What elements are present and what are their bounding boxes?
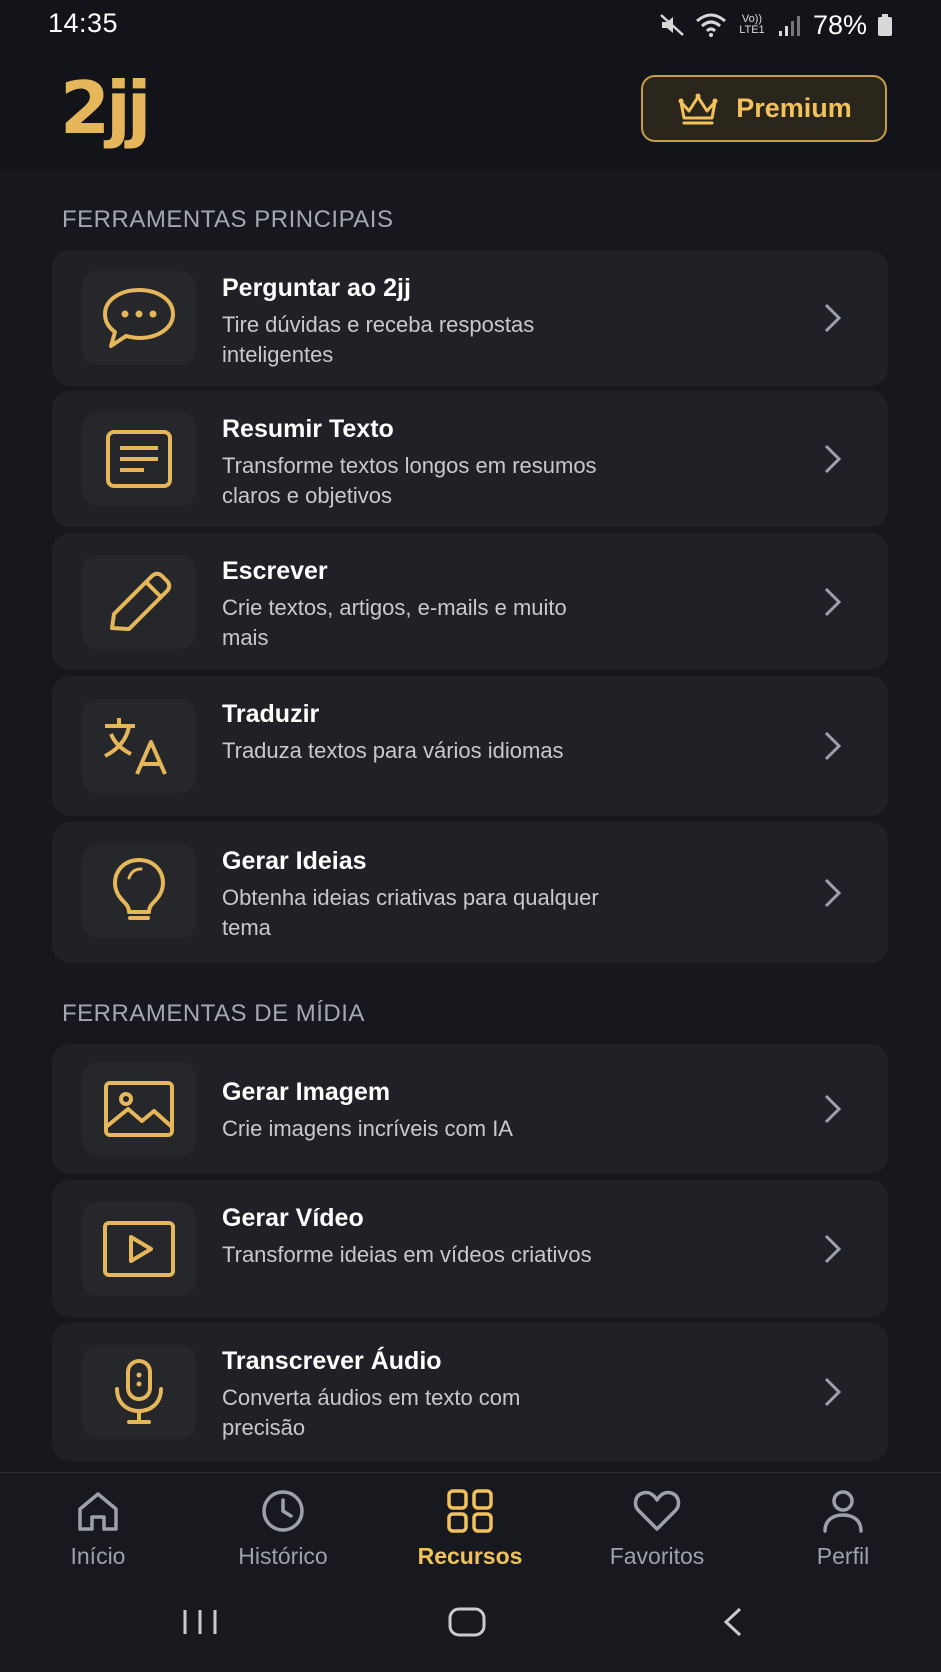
card-description: Crie imagens incríveis com IA (222, 1116, 513, 1141)
user-icon (823, 1490, 863, 1533)
back-icon[interactable] (720, 1607, 746, 1637)
signal-icon (778, 16, 800, 36)
chevron-right-icon (824, 1234, 842, 1264)
card-title: Perguntar ao 2jj (222, 274, 411, 302)
tool-card-video[interactable]: Gerar Vídeo Transforme ideias em vídeos … (52, 1180, 888, 1317)
system-nav-bar (0, 1582, 941, 1672)
app-header: 2jj Premium (0, 50, 941, 170)
icon-box (82, 844, 196, 938)
home-button-icon[interactable] (448, 1607, 486, 1637)
translate-icon (104, 718, 167, 775)
card-description: Traduza textos para vários idiomas (222, 738, 564, 763)
card-title: Gerar Ideias (222, 847, 367, 875)
icon-box (82, 699, 196, 793)
chevron-right-icon (824, 1094, 842, 1124)
chevron-right-icon (824, 587, 842, 617)
battery-text: 78% (812, 9, 867, 40)
icon-box (82, 1062, 196, 1156)
chevron-right-icon (824, 878, 842, 908)
card-description: Obtenha ideias criativas para qualquer t… (222, 885, 599, 940)
nav-home[interactable]: Início (18, 1489, 178, 1579)
document-icon (106, 430, 172, 488)
nav-label: Início (70, 1543, 126, 1569)
card-title: Traduzir (222, 700, 320, 728)
nav-resources[interactable]: Recursos (390, 1489, 550, 1579)
lightbulb-icon (113, 858, 165, 920)
pencil-icon (110, 571, 172, 631)
icon-box (82, 555, 196, 649)
card-title: Gerar Imagem (222, 1078, 391, 1106)
card-title: Gerar Vídeo (222, 1204, 364, 1232)
card-title: Resumir Texto (222, 415, 394, 443)
app-logo: 2jj (60, 66, 151, 150)
icon-box (82, 271, 196, 365)
chevron-right-icon (824, 731, 842, 761)
tool-card-ideas[interactable]: Gerar Ideias Obtenha ideias criativas pa… (52, 822, 888, 963)
nav-profile[interactable]: Perfil (763, 1489, 923, 1579)
chevron-right-icon (824, 444, 842, 474)
battery-icon (878, 14, 892, 36)
status-bar: 14:35 Vo)) LTE1 78% (0, 0, 941, 50)
microphone-icon (115, 1359, 163, 1424)
tool-card-summarize[interactable]: Resumir Texto Transforme textos longos e… (52, 391, 888, 527)
section-title-media: FERRAMENTAS DE MÍDIA (62, 1000, 365, 1027)
card-title: Transcrever Áudio (222, 1347, 442, 1375)
mute-icon (660, 14, 684, 36)
nav-label: Histórico (238, 1543, 328, 1569)
icon-box (82, 1202, 196, 1296)
section-title-main: FERRAMENTAS PRINCIPAIS (62, 206, 394, 233)
tool-card-translate[interactable]: Traduzir Traduza textos para vários idio… (52, 676, 888, 816)
card-description: Converta áudios em texto com precisão (222, 1385, 521, 1440)
card-description: Transforme ideias em vídeos criativos (222, 1242, 592, 1267)
recent-apps-icon[interactable] (180, 1607, 220, 1637)
chevron-right-icon (824, 303, 842, 333)
premium-label: Premium (736, 93, 852, 123)
premium-button[interactable]: Premium (641, 75, 887, 142)
status-icons: Vo)) LTE1 78% (659, 8, 893, 42)
tool-card-write[interactable]: Escrever Crie textos, artigos, e-mails e… (52, 533, 888, 670)
clock-icon (262, 1490, 304, 1532)
icon-box (82, 412, 196, 506)
nav-label: Favoritos (609, 1543, 705, 1569)
nav-history[interactable]: Histórico (203, 1489, 363, 1579)
card-title: Escrever (222, 557, 328, 585)
card-description: Tire dúvidas e receba respostas intelige… (222, 312, 535, 367)
heart-icon (633, 1490, 681, 1531)
card-description: Transforme textos longos em resumos clar… (222, 453, 597, 508)
bottom-nav: Início Histórico Recursos Favoritos Perf… (0, 1472, 941, 1582)
nav-label: Recursos (417, 1543, 523, 1569)
home-icon (78, 1492, 118, 1531)
video-icon (103, 1221, 175, 1277)
image-icon (104, 1081, 174, 1137)
chat-icon (103, 288, 175, 348)
nav-label: Perfil (816, 1543, 870, 1569)
card-description: Crie textos, artigos, e-mails e muito ma… (222, 595, 567, 650)
icon-box (82, 1345, 196, 1439)
tool-card-ask[interactable]: Perguntar ao 2jj Tire dúvidas e receba r… (52, 250, 888, 386)
tool-card-image[interactable]: Gerar Imagem Crie imagens incríveis com … (52, 1044, 888, 1174)
nav-favorites[interactable]: Favoritos (577, 1489, 737, 1579)
tool-card-transcribe[interactable]: Transcrever Áudio Converta áudios em tex… (52, 1323, 888, 1461)
chevron-right-icon (824, 1377, 842, 1407)
wifi-icon (695, 13, 726, 37)
crown-icon (678, 93, 718, 124)
network-label: Vo)) LTE1 (739, 13, 765, 36)
grid-icon (447, 1489, 493, 1533)
status-time: 14:35 (48, 8, 119, 38)
